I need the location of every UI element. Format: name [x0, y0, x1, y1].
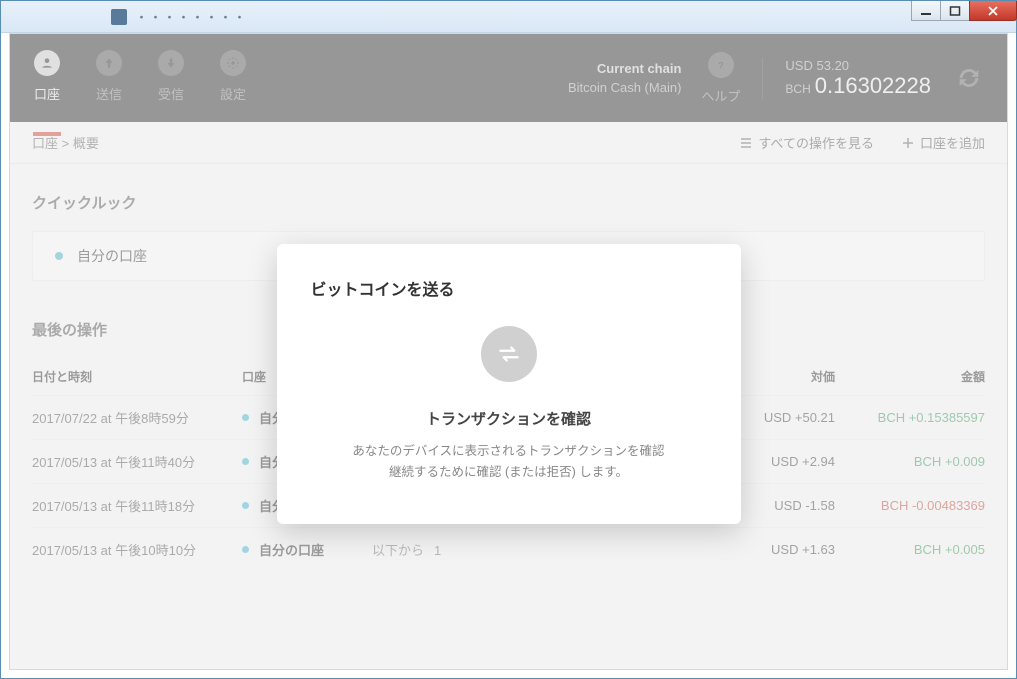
minimize-icon: [920, 6, 932, 16]
maximize-icon: [949, 6, 961, 16]
modal-overlay[interactable]: ビットコインを送る トランザクションを確認 あなたのデバイスに表示されるトランザ…: [10, 34, 1007, 669]
app-icon: [111, 9, 127, 25]
modal-desc: あなたのデバイスに表示されるトランザクションを確認 継続するために確認 (または…: [311, 441, 707, 484]
titlebar-hint: ・・・・・・・・: [135, 7, 247, 26]
app: 口座 送信 受信 設定: [9, 33, 1008, 670]
send-modal: ビットコインを送る トランザクションを確認 あなたのデバイスに表示されるトランザ…: [277, 244, 741, 524]
window-frame: ・・・・・・・・ 口座: [0, 0, 1017, 679]
titlebar: ・・・・・・・・: [1, 1, 1016, 33]
modal-heading: トランザクションを確認: [311, 408, 707, 429]
titlebar-left: ・・・・・・・・: [1, 1, 911, 32]
window-buttons: [911, 1, 1016, 21]
maximize-button[interactable]: [940, 1, 970, 21]
modal-line2: 継続するために確認 (または拒否) します。: [311, 462, 707, 483]
close-icon: [987, 6, 999, 16]
modal-line1: あなたのデバイスに表示されるトランザクションを確認: [311, 441, 707, 462]
minimize-button[interactable]: [911, 1, 941, 21]
swap-icon: [481, 326, 537, 382]
modal-title: ビットコインを送る: [311, 276, 707, 300]
close-button[interactable]: [969, 1, 1017, 21]
